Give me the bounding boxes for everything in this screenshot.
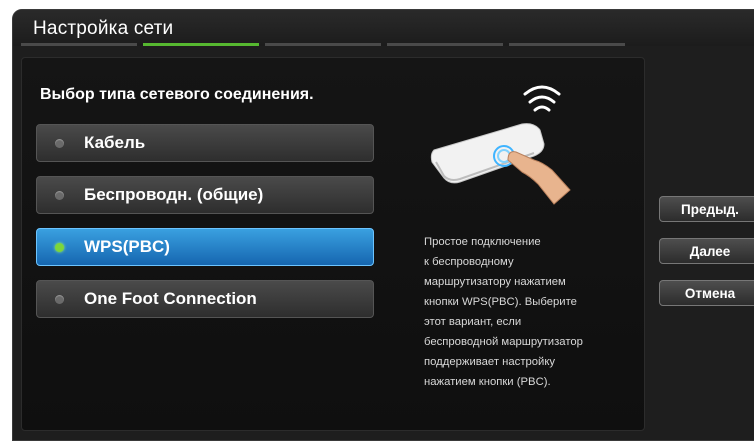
connection-options: Кабель Беспроводн. (общие) WPS(PBC) One … (36, 124, 374, 332)
radio-indicator-icon (55, 294, 64, 304)
wps-illustration-svg (430, 85, 571, 205)
option-description: Простое подключение к беспроводному марш… (424, 232, 624, 392)
cancel-button[interactable]: Отмена (659, 280, 754, 306)
progress-step-1 (21, 43, 137, 46)
option-one-foot-connection[interactable]: One Foot Connection (36, 280, 374, 318)
description-line: этот вариант, если (424, 316, 522, 328)
progress-step-5 (509, 43, 625, 46)
option-label: Беспроводн. (общие) (84, 185, 264, 204)
wps-router-hand-icon (422, 80, 572, 210)
content-panel: Выбор типа сетевого соединения. Кабель Б… (21, 57, 645, 431)
option-wireless-general[interactable]: Беспроводн. (общие) (36, 176, 374, 214)
connection-type-prompt: Выбор типа сетевого соединения. (40, 86, 314, 103)
option-label: One Foot Connection (84, 289, 257, 308)
title-bar: Настройка сети (13, 10, 754, 46)
option-label: WPS(PBC) (84, 237, 170, 256)
radio-indicator-icon (55, 138, 64, 148)
option-cable[interactable]: Кабель (36, 124, 374, 162)
radio-indicator-icon (55, 242, 64, 252)
page-title: Настройка сети (33, 18, 174, 39)
navigation-buttons: Предыд. Далее Отмена (659, 196, 754, 322)
wizard-progress (21, 43, 754, 47)
network-setup-screen: Настройка сети Выбор типа сетевого соеди… (12, 9, 754, 441)
next-button[interactable]: Далее (659, 238, 754, 264)
option-label: Кабель (84, 133, 146, 152)
description-line: маршрутизатору нажатием (424, 276, 566, 288)
radio-indicator-icon (55, 190, 64, 200)
option-wps-pbc[interactable]: WPS(PBC) (36, 228, 374, 266)
description-line: кнопки WPS(PBC). Выберите (424, 296, 577, 308)
prev-button[interactable]: Предыд. (659, 196, 754, 222)
description-line: нажатием кнопки (PBC). (424, 376, 551, 388)
description-line: беспроводной маршрутизатор (424, 336, 583, 348)
progress-step-4 (387, 43, 503, 46)
description-line: Простое подключение (424, 236, 541, 248)
progress-step-2 (143, 43, 259, 46)
wifi-icon (523, 85, 561, 112)
progress-step-3 (265, 43, 381, 46)
description-line: поддерживает настройку (424, 356, 556, 368)
description-line: к беспроводному (424, 256, 514, 268)
